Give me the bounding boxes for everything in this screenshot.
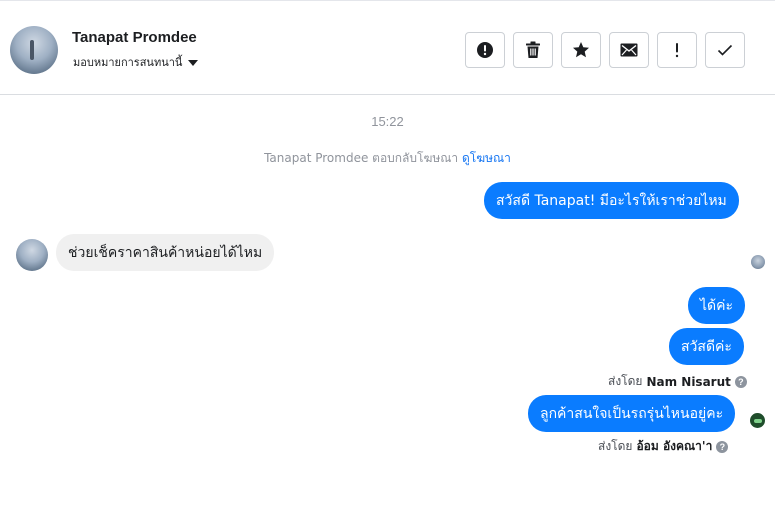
customer-avatar[interactable] (16, 239, 48, 271)
sent-by-prefix: ส่งโดย (608, 374, 643, 388)
delete-button[interactable] (513, 32, 553, 68)
envelope-icon (620, 43, 638, 57)
assign-conversation-dropdown[interactable]: มอบหมายการสนทนานี้ (73, 53, 199, 71)
sent-by-label: ส่งโดย Nam Nisarut ? (608, 372, 747, 391)
outgoing-message[interactable]: สวัสดี Tanapat! มีอะไรให้เราช่วยไหม (484, 182, 739, 219)
agent-avatar (750, 413, 765, 428)
outgoing-message[interactable]: ลูกค้าสนใจเป็นรถรุ่นไหนอยู่คะ (528, 395, 736, 432)
trash-icon (526, 41, 540, 58)
help-icon[interactable]: ? (734, 375, 747, 388)
sent-by-label: ส่งโดย อ้อม อังคณา'า ? (598, 437, 729, 456)
mark-unread-button[interactable] (609, 32, 649, 68)
follow-up-button[interactable] (657, 32, 697, 68)
star-icon (573, 42, 589, 58)
star-button[interactable] (561, 32, 601, 68)
mark-done-button[interactable] (705, 32, 745, 68)
ad-reply-text: Tanapat Promdee ตอบกลับโฆษณา (264, 151, 459, 165)
conversation-header: Tanapat Promdee มอบหมายการสนทนานี้ (0, 0, 775, 95)
outgoing-message[interactable]: ได้ค่ะ (688, 287, 746, 324)
chevron-down-icon (188, 59, 199, 66)
ad-reply-note: Tanapat Promdee ตอบกลับโฆษณา ดูโฆษณา (0, 149, 775, 168)
sender-name: อ้อม อังคณา'า (636, 439, 713, 453)
view-ad-link[interactable]: ดูโฆษณา (462, 151, 511, 165)
check-icon (717, 44, 733, 56)
assign-label: มอบหมายการสนทนานี้ (73, 56, 183, 69)
outgoing-message[interactable]: สวัสดีค่ะ (669, 328, 744, 365)
alert-circle-icon (477, 42, 493, 58)
exclamation-icon (675, 43, 679, 58)
message-timestamp: 15:22 (371, 114, 404, 129)
contact-avatar[interactable] (10, 26, 58, 74)
contact-name[interactable]: Tanapat Promdee (72, 29, 197, 46)
incoming-message[interactable]: ช่วยเช็คราคาสินค้าหน่อยได้ไหม (56, 234, 275, 271)
conversation-toolbar (465, 32, 745, 68)
sender-name: Nam Nisarut (646, 374, 731, 389)
sent-by-prefix: ส่งโดย (598, 439, 633, 453)
mark-spam-button[interactable] (465, 32, 505, 68)
help-icon[interactable]: ? (716, 440, 729, 453)
seen-indicator-avatar (751, 255, 765, 269)
